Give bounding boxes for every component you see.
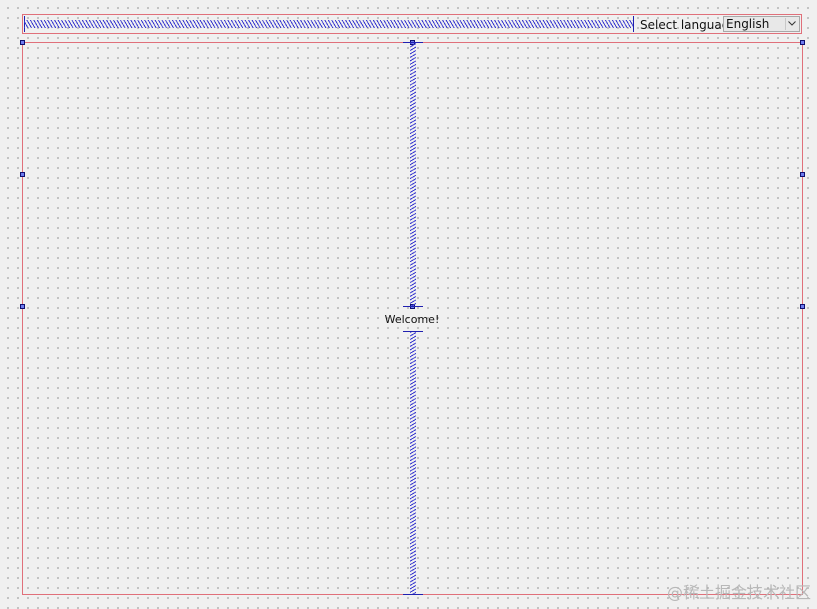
spacer-right-cap <box>633 16 634 32</box>
resize-handle-right-middle[interactable] <box>800 304 805 309</box>
spacer-spring <box>24 20 634 28</box>
chevron-down-icon[interactable] <box>785 18 798 30</box>
resize-handle-right-upper[interactable] <box>800 172 805 177</box>
spacer-bottom-cap <box>403 594 423 595</box>
horizontal-spacer[interactable] <box>24 16 634 32</box>
spacer-spring <box>410 43 416 306</box>
vertical-spacer-bottom[interactable] <box>403 331 423 595</box>
language-select-value: English <box>726 17 770 31</box>
language-select[interactable]: English <box>723 16 800 32</box>
vertical-spacer-top[interactable] <box>403 42 423 307</box>
resize-handle-top-left[interactable] <box>20 40 25 45</box>
resize-handle-left-upper[interactable] <box>20 172 25 177</box>
welcome-label[interactable]: Welcome! <box>367 313 457 326</box>
resize-handle-left-middle[interactable] <box>20 304 25 309</box>
form-canvas: { "header": { "language_label": "Select … <box>0 0 817 609</box>
watermark-text: @稀土掘金技术社区 <box>666 583 811 602</box>
spacer-bottom-cap <box>403 306 423 307</box>
resize-handle-top-right[interactable] <box>800 40 805 45</box>
spacer-spring <box>410 332 416 594</box>
